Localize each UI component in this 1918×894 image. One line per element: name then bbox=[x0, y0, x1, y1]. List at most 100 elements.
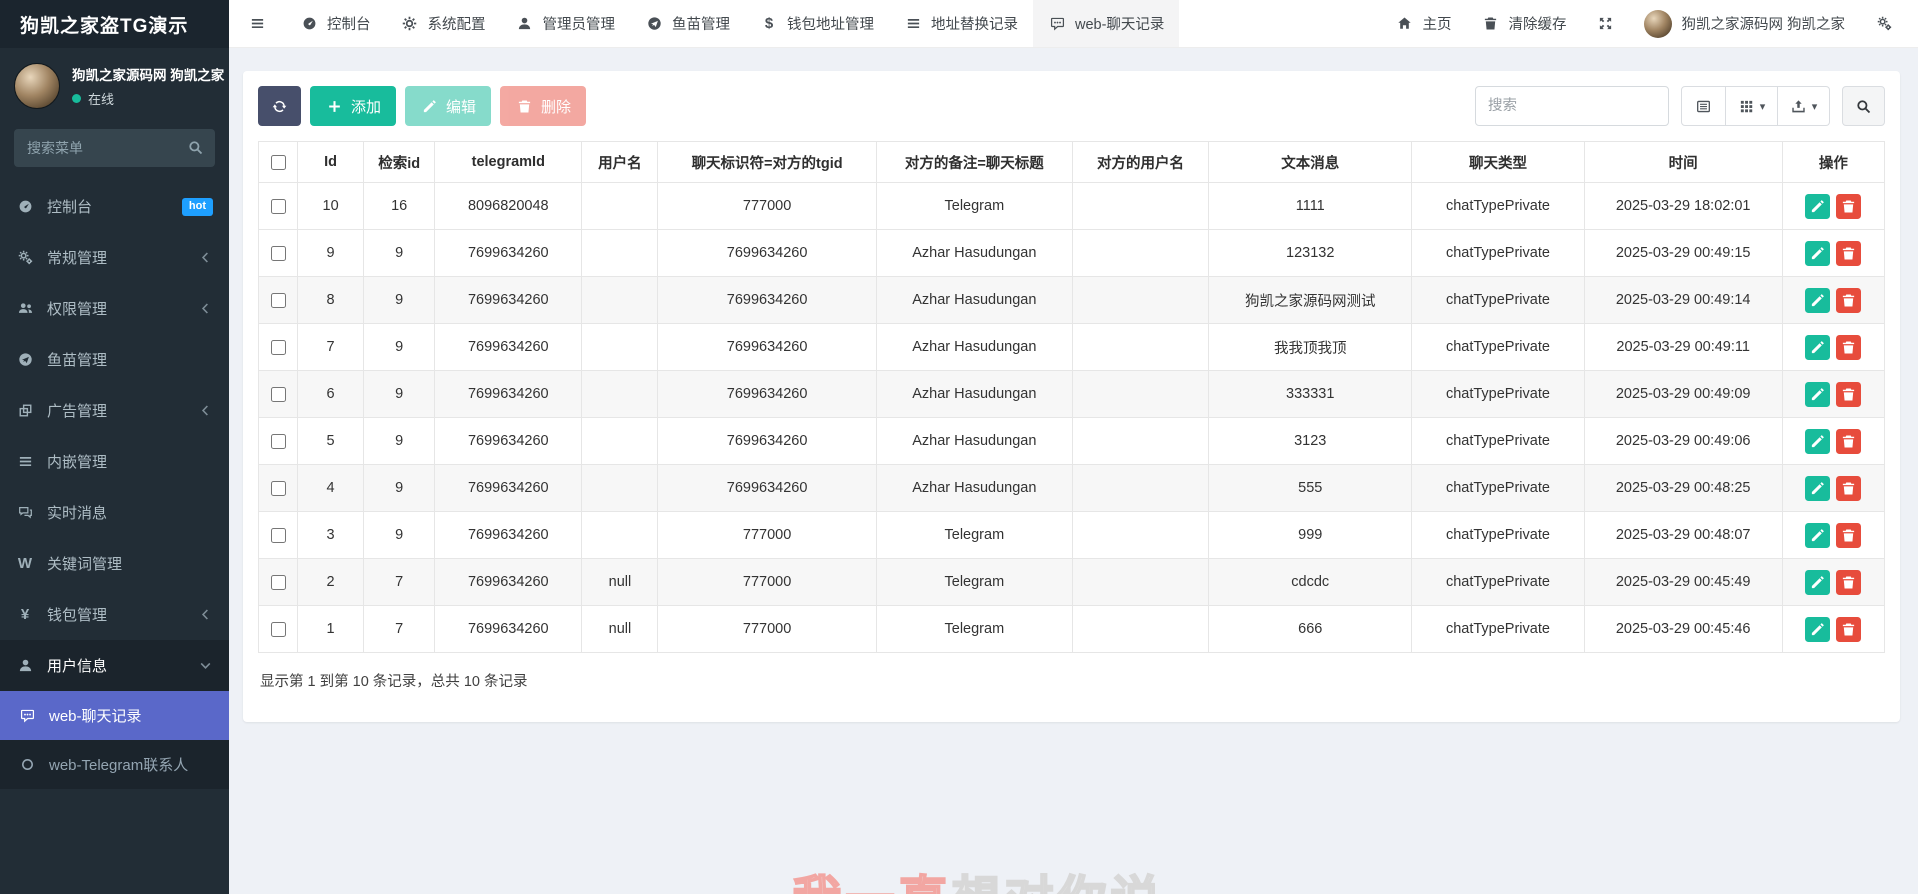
comment-icon bbox=[18, 708, 36, 723]
row-delete-button[interactable] bbox=[1836, 288, 1861, 313]
row-checkbox[interactable] bbox=[271, 434, 286, 449]
row-edit-button[interactable] bbox=[1805, 241, 1830, 266]
table-cell: chatTypePrivate bbox=[1412, 183, 1584, 230]
toggle-view-button[interactable] bbox=[1681, 86, 1726, 126]
row-delete-button[interactable] bbox=[1836, 617, 1861, 642]
table-cell bbox=[1072, 465, 1208, 512]
table-row: 9976996342607699634260Azhar Hasudungan12… bbox=[259, 230, 1885, 277]
table-cell: 9 bbox=[298, 230, 364, 277]
sidebar-item-实时消息[interactable]: 实时消息 bbox=[0, 487, 229, 538]
bars-icon bbox=[16, 454, 34, 469]
search-icon[interactable] bbox=[186, 140, 204, 155]
table-row: 6976996342607699634260Azhar Hasudungan33… bbox=[259, 371, 1885, 418]
row-checkbox[interactable] bbox=[271, 575, 286, 590]
sidebar-search-input[interactable] bbox=[14, 129, 215, 167]
columns-button[interactable]: ▾ bbox=[1726, 86, 1778, 126]
table-cell: 9 bbox=[364, 277, 435, 324]
table-cell bbox=[582, 465, 658, 512]
table-cell: Azhar Hasudungan bbox=[876, 418, 1072, 465]
row-checkbox[interactable] bbox=[271, 246, 286, 261]
pagination-summary: 显示第 1 到第 10 条记录，总共 10 条记录 bbox=[258, 670, 1885, 691]
sidebar-item-内嵌管理[interactable]: 内嵌管理 bbox=[0, 436, 229, 487]
delete-button[interactable]: 删除 bbox=[500, 86, 586, 126]
sidebar-item-关键词管理[interactable]: W关键词管理 bbox=[0, 538, 229, 589]
sidebar-item-鱼苗管理[interactable]: 鱼苗管理 bbox=[0, 334, 229, 385]
row-delete-button[interactable] bbox=[1836, 194, 1861, 219]
row-delete-button[interactable] bbox=[1836, 382, 1861, 407]
table-row: 5976996342607699634260Azhar Hasudungan31… bbox=[259, 418, 1885, 465]
row-actions-cell bbox=[1782, 606, 1884, 653]
user-menu[interactable]: 狗凯之家源码网 狗凯之家 bbox=[1629, 0, 1860, 47]
select-all-checkbox[interactable] bbox=[271, 155, 286, 170]
chevron-left-icon bbox=[198, 403, 213, 418]
sidebar-item-控制台[interactable]: 控制台hot bbox=[0, 181, 229, 232]
table-cell: 16 bbox=[364, 183, 435, 230]
row-checkbox[interactable] bbox=[271, 528, 286, 543]
sidebar-toggle-button[interactable] bbox=[229, 0, 285, 47]
row-delete-button[interactable] bbox=[1836, 476, 1861, 501]
table-cell: 4 bbox=[298, 465, 364, 512]
home-link[interactable]: 主页 bbox=[1380, 0, 1466, 47]
row-checkbox[interactable] bbox=[271, 199, 286, 214]
row-delete-button[interactable] bbox=[1836, 241, 1861, 266]
table-cell: 7699634260 bbox=[435, 559, 582, 606]
row-delete-button[interactable] bbox=[1836, 523, 1861, 548]
topnav-item-鱼苗管理[interactable]: 鱼苗管理 bbox=[630, 0, 745, 47]
table-cell: 2025-03-29 00:48:25 bbox=[1584, 465, 1782, 512]
sidebar-section-用户信息: 用户信息web-聊天记录web-Telegram联系人 bbox=[0, 640, 229, 789]
table-cell bbox=[1072, 512, 1208, 559]
row-edit-button[interactable] bbox=[1805, 523, 1830, 548]
topnav-item-web-聊天记录[interactable]: web-聊天记录 bbox=[1033, 0, 1179, 47]
row-checkbox[interactable] bbox=[271, 622, 286, 637]
row-checkbox[interactable] bbox=[271, 293, 286, 308]
table-search-input[interactable] bbox=[1475, 86, 1669, 126]
table-cell: 123132 bbox=[1209, 230, 1412, 277]
topnav-item-管理员管理[interactable]: 管理员管理 bbox=[501, 0, 631, 47]
row-edit-button[interactable] bbox=[1805, 335, 1830, 360]
row-edit-button[interactable] bbox=[1805, 429, 1830, 454]
row-edit-button[interactable] bbox=[1805, 288, 1830, 313]
cogs-icon bbox=[1875, 16, 1893, 31]
sidebar-item-web-Telegram联系人[interactable]: web-Telegram联系人 bbox=[0, 740, 229, 789]
sidebar-item-用户信息[interactable]: 用户信息 bbox=[0, 640, 229, 691]
caret-down-icon: ▾ bbox=[1760, 100, 1766, 113]
table-cell: 2025-03-29 00:48:07 bbox=[1584, 512, 1782, 559]
row-actions-cell bbox=[1782, 512, 1884, 559]
row-select-cell bbox=[259, 277, 298, 324]
topnav-item-系统配置[interactable]: 系统配置 bbox=[386, 0, 501, 47]
chevron-left-icon bbox=[198, 607, 213, 622]
row-edit-button[interactable] bbox=[1805, 617, 1830, 642]
sidebar-item-常规管理[interactable]: 常规管理 bbox=[0, 232, 229, 283]
row-edit-button[interactable] bbox=[1805, 194, 1830, 219]
row-checkbox[interactable] bbox=[271, 387, 286, 402]
sidebar-item-web-聊天记录[interactable]: web-聊天记录 bbox=[0, 691, 229, 740]
table-cell: 7699634260 bbox=[658, 277, 876, 324]
cogs-icon bbox=[16, 250, 34, 265]
row-edit-button[interactable] bbox=[1805, 382, 1830, 407]
search-button[interactable] bbox=[1842, 86, 1885, 126]
settings-menu[interactable] bbox=[1860, 0, 1908, 47]
topnav-item-地址替换记录[interactable]: 地址替换记录 bbox=[889, 0, 1033, 47]
table-cell: 1111 bbox=[1209, 183, 1412, 230]
export-button[interactable]: ▾ bbox=[1778, 86, 1830, 126]
sidebar-item-权限管理[interactable]: 权限管理 bbox=[0, 283, 229, 334]
row-delete-button[interactable] bbox=[1836, 570, 1861, 595]
sidebar: 狗凯之家盗TG演示 狗凯之家源码网 狗凯之家 在线 控制台hot常规管理权限管理… bbox=[0, 0, 229, 894]
topnav-items: 控制台系统配置管理员管理鱼苗管理$钱包地址管理地址替换记录web-聊天记录 bbox=[285, 0, 1179, 47]
clear-cache-link[interactable]: 清除缓存 bbox=[1466, 0, 1581, 47]
row-checkbox[interactable] bbox=[271, 340, 286, 355]
sidebar-item-钱包管理[interactable]: ¥钱包管理 bbox=[0, 589, 229, 640]
row-delete-button[interactable] bbox=[1836, 429, 1861, 454]
row-delete-button[interactable] bbox=[1836, 335, 1861, 360]
topnav-item-控制台[interactable]: 控制台 bbox=[285, 0, 386, 47]
row-edit-button[interactable] bbox=[1805, 570, 1830, 595]
edit-button[interactable]: 编辑 bbox=[405, 86, 491, 126]
fullscreen-toggle[interactable] bbox=[1581, 0, 1629, 47]
refresh-button[interactable] bbox=[258, 86, 301, 126]
topnav-item-钱包地址管理[interactable]: $钱包地址管理 bbox=[745, 0, 889, 47]
add-button[interactable]: 添加 bbox=[310, 86, 396, 126]
sidebar-item-广告管理[interactable]: 广告管理 bbox=[0, 385, 229, 436]
row-checkbox[interactable] bbox=[271, 481, 286, 496]
row-edit-button[interactable] bbox=[1805, 476, 1830, 501]
topnav-right: 主页清除缓存 狗凯之家源码网 狗凯之家 bbox=[1380, 0, 1918, 47]
